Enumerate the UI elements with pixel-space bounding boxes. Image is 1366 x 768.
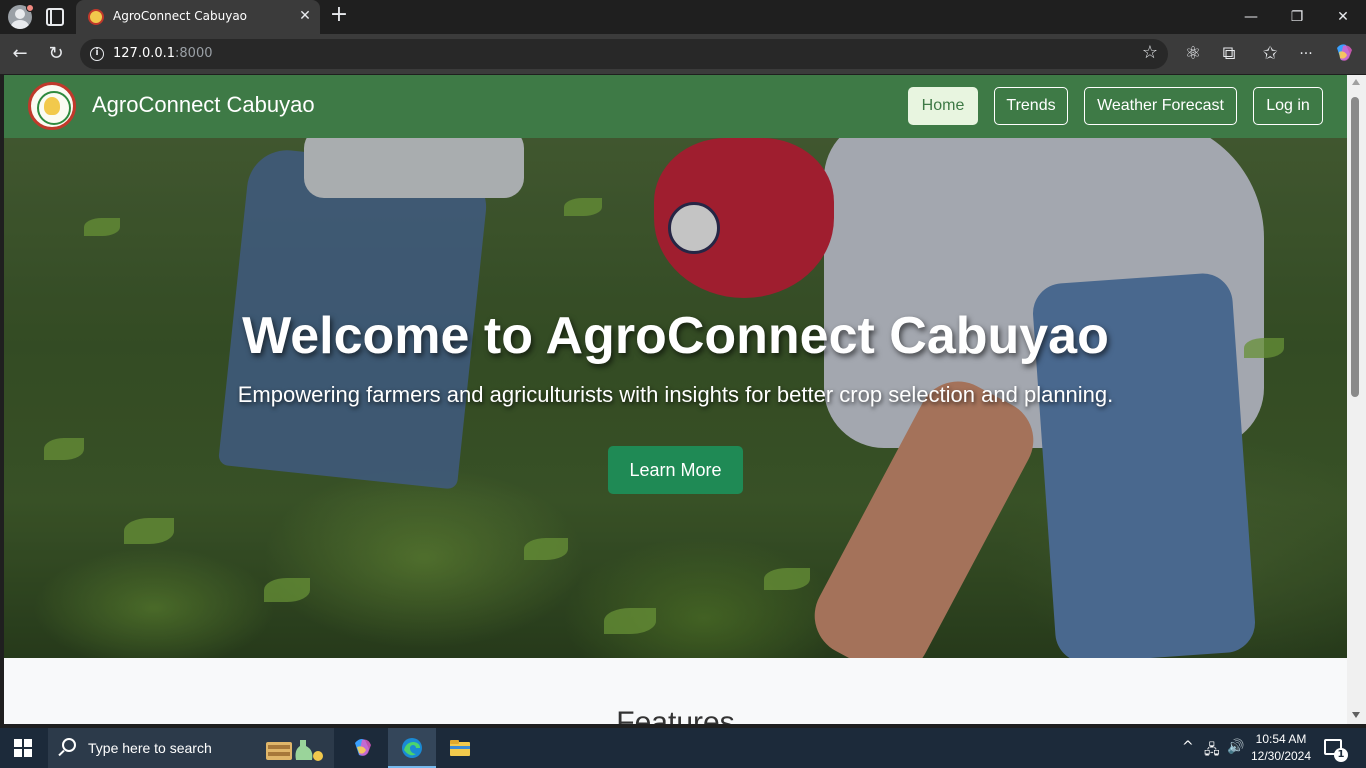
clock-time: 10:54 AM <box>1255 732 1307 746</box>
refresh-icon[interactable]: ↻ <box>44 42 68 66</box>
search-icon <box>62 738 76 752</box>
site-favicon-icon <box>88 9 104 25</box>
new-tab-button[interactable]: + <box>328 4 350 28</box>
taskbar-clock[interactable]: 10:54 AM 12/30/2024 <box>1248 731 1314 765</box>
address-bar[interactable]: i 127.0.0.1:8000 ☆ <box>80 39 1168 69</box>
site-brand[interactable]: AgroConnect Cabuyao <box>92 92 315 118</box>
search-highlight-illustration-icon <box>266 740 323 761</box>
tab-actions-icon[interactable] <box>46 8 64 26</box>
learn-more-button[interactable]: Learn More <box>608 446 743 494</box>
taskbar-copilot-app[interactable] <box>339 728 387 768</box>
browser-tab-strip: AgroConnect Cabuyao ✕ + — ❐ ✕ <box>0 0 1366 34</box>
nav-home[interactable]: Home <box>908 87 978 125</box>
puzzle-icon[interactable]: ⧉ <box>1217 42 1241 66</box>
restore-button[interactable]: ❐ <box>1286 6 1308 28</box>
tab-close-icon[interactable]: ✕ <box>296 7 314 25</box>
browser-tab-active[interactable]: AgroConnect Cabuyao ✕ <box>76 0 320 34</box>
nav-login[interactable]: Log in <box>1253 87 1323 125</box>
hero-title: Welcome to AgroConnect Cabuyao <box>242 307 1109 365</box>
hero-section: Welcome to AgroConnect Cabuyao Empowerin… <box>4 138 1347 658</box>
taskbar-search-box[interactable]: Type here to search <box>48 728 334 768</box>
minimize-button[interactable]: — <box>1240 6 1262 28</box>
address-url[interactable]: 127.0.0.1:8000 <box>113 46 213 61</box>
network-icon[interactable]: 🖧 <box>1204 739 1220 763</box>
browser-toolbar: ← ↻ i 127.0.0.1:8000 ☆ ⚛ ⧉ ✩ ··· <box>0 34 1366 74</box>
notification-count-badge: 1 <box>1334 748 1348 762</box>
scroll-down-arrow-icon[interactable] <box>1352 712 1360 718</box>
taskbar-edge-app[interactable] <box>388 728 436 768</box>
file-explorer-icon <box>450 740 470 756</box>
edge-icon <box>402 738 422 758</box>
nav-weather-forecast[interactable]: Weather Forecast <box>1084 87 1237 125</box>
extension-icon[interactable]: ⚛ <box>1181 42 1205 66</box>
windows-start-icon[interactable] <box>14 739 32 757</box>
hero-subtitle: Empowering farmers and agriculturists wi… <box>237 382 1114 407</box>
url-port: :8000 <box>175 46 213 61</box>
site-logo-seal-icon[interactable] <box>28 82 76 130</box>
windows-taskbar: Type here to search ^ 🖧 🔊 10:54 AM 12/30… <box>0 728 1366 768</box>
page-viewport: AgroConnect Cabuyao Home Trends Weather … <box>4 75 1347 724</box>
favorite-star-icon[interactable]: ☆ <box>1142 42 1158 63</box>
nav-trends[interactable]: Trends <box>994 87 1068 125</box>
site-navbar: AgroConnect Cabuyao Home Trends Weather … <box>4 75 1347 138</box>
site-info-icon[interactable]: i <box>90 47 104 61</box>
tray-chevron-icon[interactable]: ^ <box>1182 739 1194 755</box>
page-scrollbar[interactable] <box>1347 75 1366 724</box>
profile-alert-dot <box>26 4 34 12</box>
more-icon[interactable]: ··· <box>1294 42 1318 66</box>
close-window-button[interactable]: ✕ <box>1332 6 1354 28</box>
features-section: Features <box>4 658 1347 724</box>
clock-date: 12/30/2024 <box>1250 749 1312 763</box>
copilot-icon <box>355 739 371 756</box>
taskbar-file-explorer-app[interactable] <box>436 728 484 768</box>
volume-icon[interactable]: 🔊 <box>1227 739 1244 755</box>
copilot-icon[interactable] <box>1332 42 1356 66</box>
url-host: 127.0.0.1 <box>113 46 176 61</box>
taskbar-search-placeholder: Type here to search <box>88 740 212 756</box>
back-icon[interactable]: ← <box>8 42 32 66</box>
features-heading: Features <box>616 706 735 724</box>
scroll-thumb[interactable] <box>1351 97 1359 397</box>
tab-title: AgroConnect Cabuyao <box>113 9 248 23</box>
favorites-icon[interactable]: ✩ <box>1258 42 1282 66</box>
scroll-up-arrow-icon[interactable] <box>1352 79 1360 85</box>
